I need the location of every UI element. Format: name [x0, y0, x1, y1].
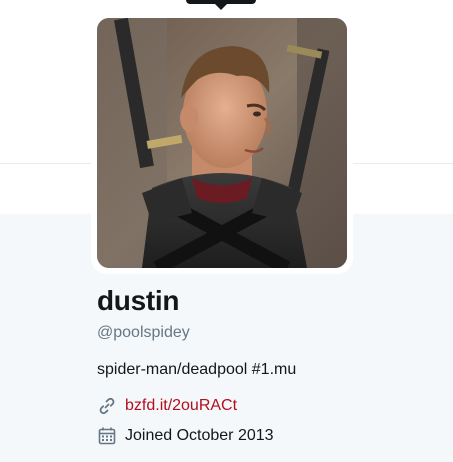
profile-joined-date: Joined October 2013: [125, 427, 274, 444]
profile-name[interactable]: dustin: [97, 285, 179, 317]
profile-url-link[interactable]: bzfd.it/2ouRACt: [125, 397, 237, 415]
profile-handle[interactable]: @poolspidey: [97, 324, 190, 342]
tooltip: [186, 0, 256, 10]
calendar-icon: [98, 427, 116, 445]
avatar-photo: [97, 18, 347, 268]
link-icon: [99, 397, 115, 415]
profile-joined-row: Joined October 2013: [97, 426, 274, 446]
profile-url-row: bzfd.it/2ouRACt: [97, 396, 237, 416]
profile-avatar[interactable]: [91, 12, 353, 274]
profile-bio: spider-man/deadpool #1.mu: [97, 361, 297, 378]
